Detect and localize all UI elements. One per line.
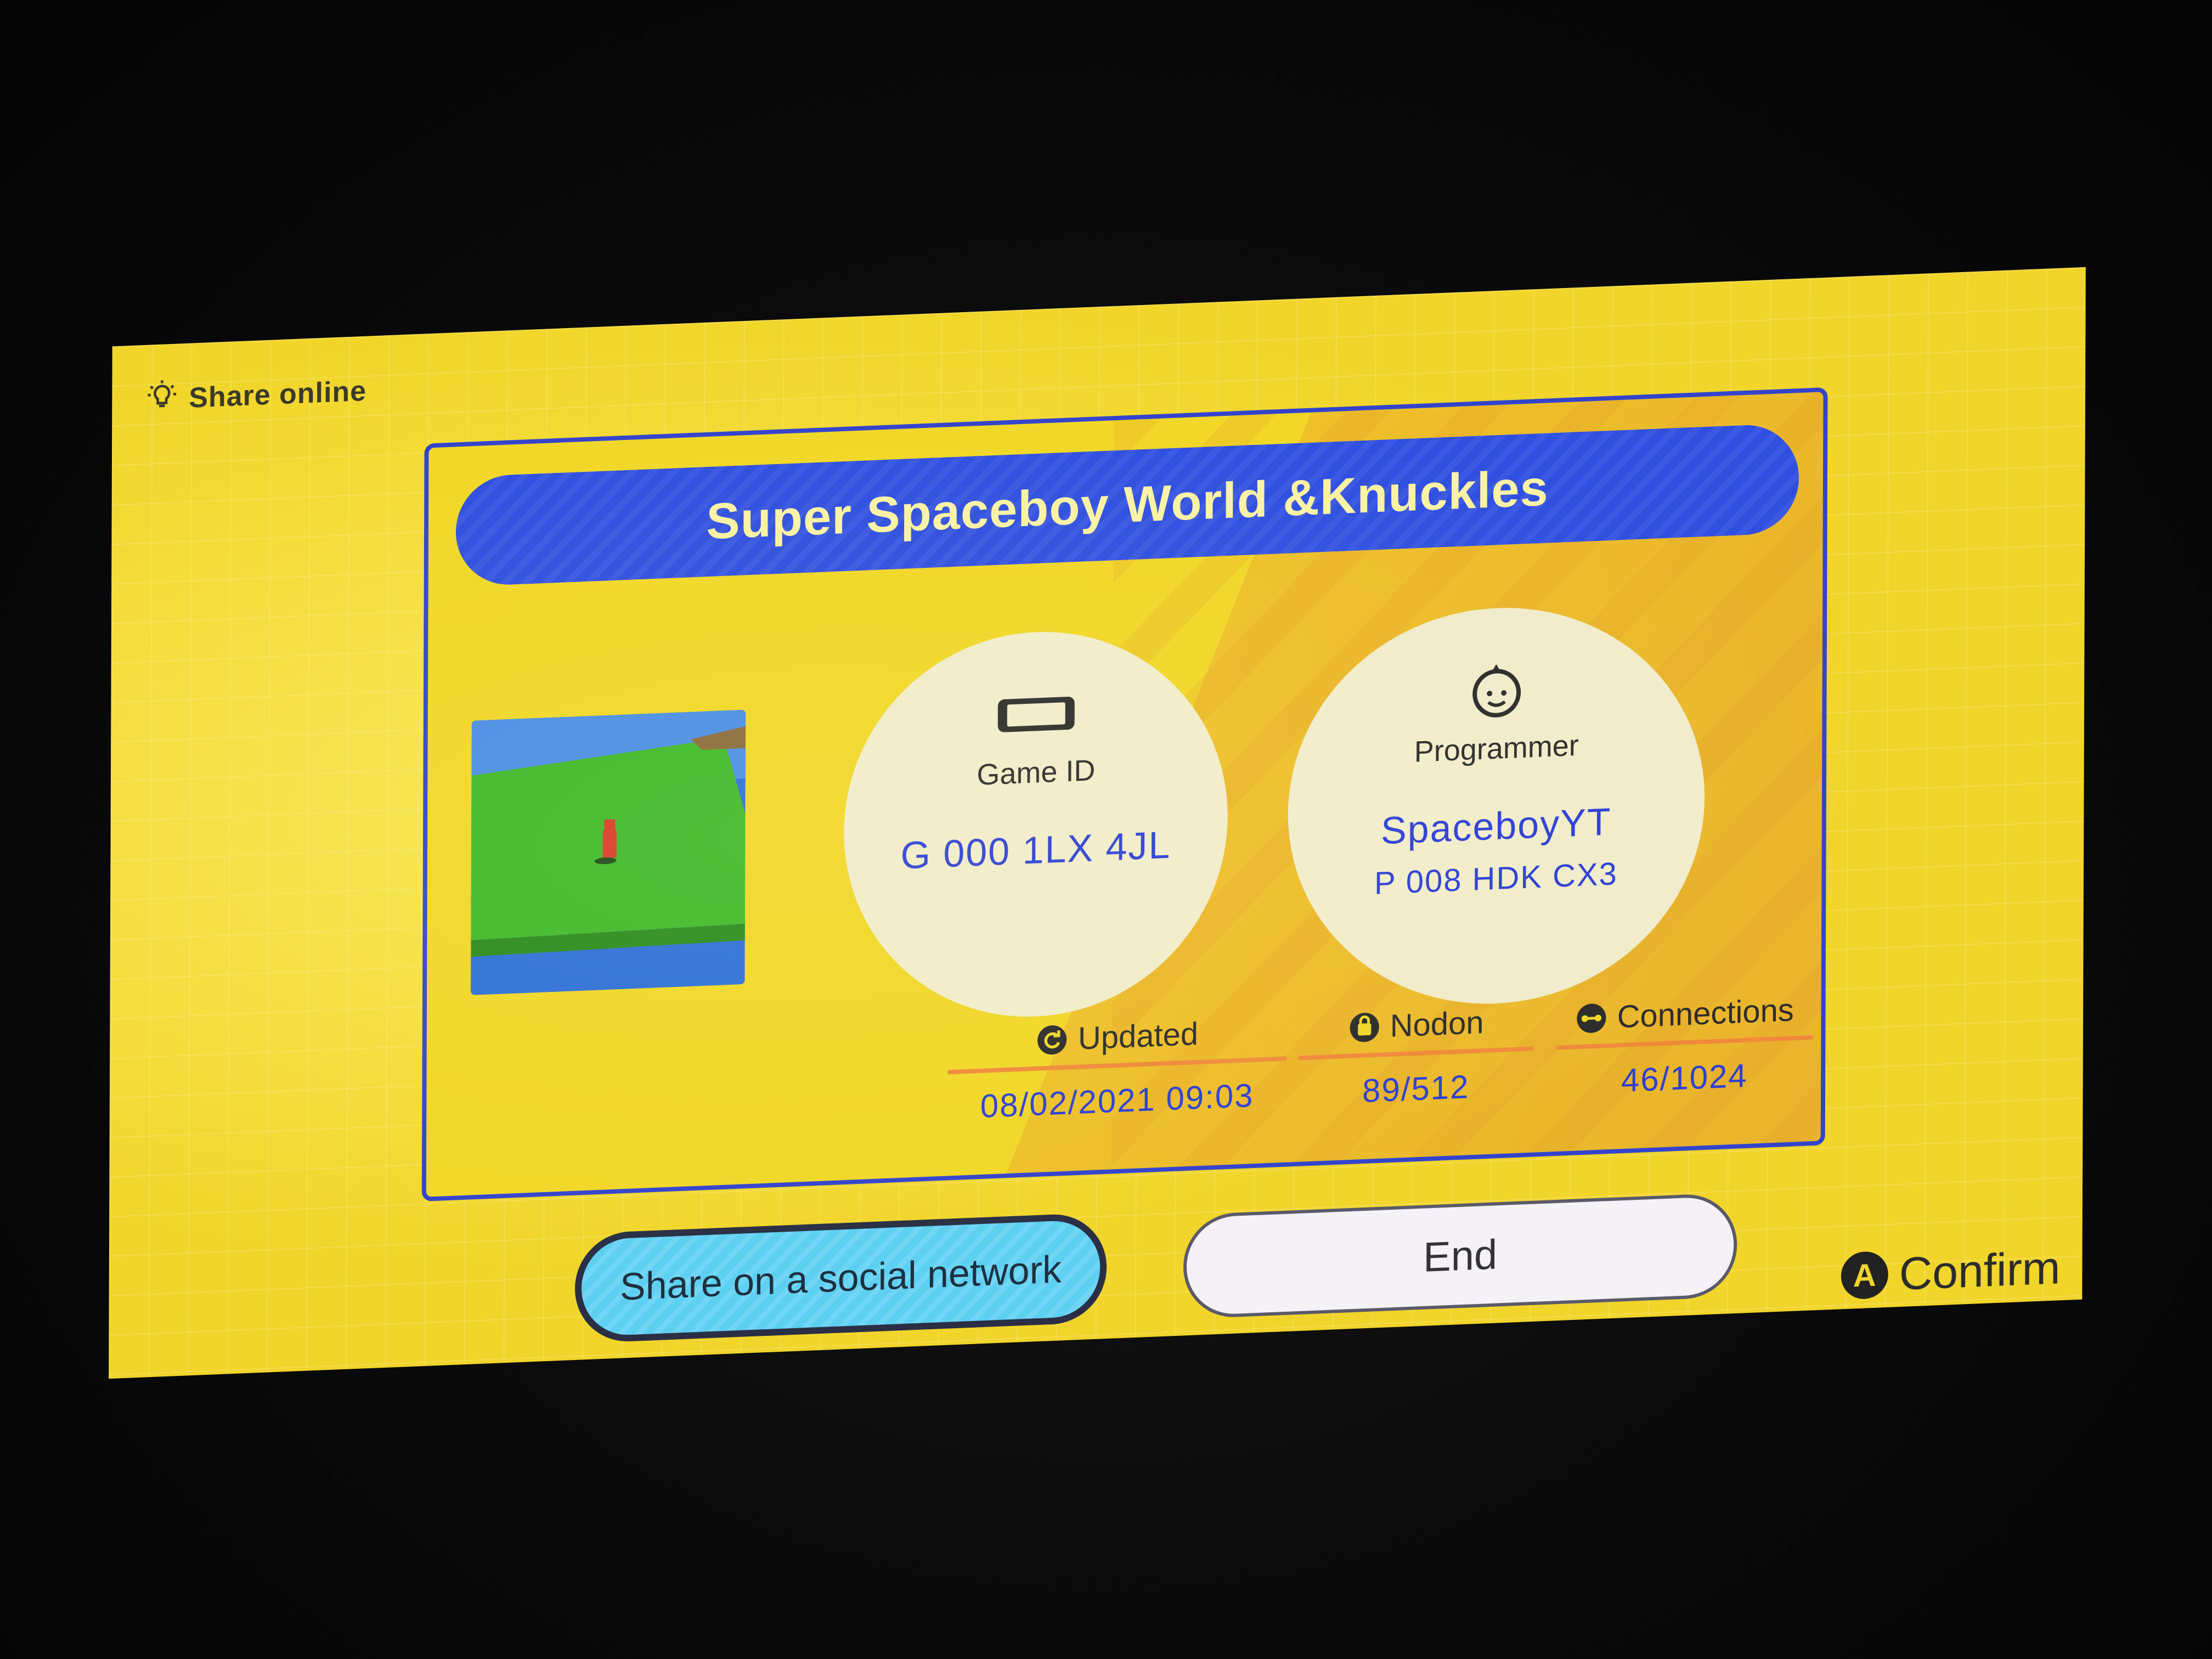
confirm-label: Confirm xyxy=(1899,1241,2061,1300)
nodon-label: Nodon xyxy=(1390,1004,1484,1044)
connections-stat: Connections 46/1024 xyxy=(1555,991,1814,1102)
switch-console-icon xyxy=(990,682,1083,747)
confirm-hint: A Confirm xyxy=(1841,1234,2061,1309)
connections-label: Connections xyxy=(1617,992,1794,1035)
screen-header: Share online xyxy=(145,369,366,422)
a-button-icon: A xyxy=(1841,1250,1888,1300)
game-screen: Share online Super Spaceboy World &Knuck… xyxy=(109,267,2086,1379)
share-social-button[interactable]: Share on a social network xyxy=(574,1212,1107,1344)
game-title: Super Spaceboy World &Knuckles xyxy=(706,459,1549,550)
programmer-id: P 008 HDK CX3 xyxy=(1374,855,1618,901)
programmer-name: SpaceboyYT xyxy=(1380,800,1612,853)
lightbulb-icon xyxy=(145,378,179,421)
game-info-panel: Super Spaceboy World &Knuckles Game ID G… xyxy=(421,387,1828,1201)
nodon-value: 89/512 xyxy=(1362,1068,1470,1110)
nodon-icon xyxy=(1348,1011,1380,1043)
game-id-label: Game ID xyxy=(977,754,1096,792)
updated-stat: Updated 08/02/2021 09:03 xyxy=(947,1012,1288,1126)
refresh-icon xyxy=(1036,1023,1068,1056)
connection-icon xyxy=(1576,1001,1607,1034)
nodon-stat: Nodon 89/512 xyxy=(1298,1002,1534,1112)
programmer-face-icon xyxy=(1450,658,1543,723)
game-thumbnail xyxy=(470,709,746,996)
end-button[interactable]: End xyxy=(1183,1192,1737,1319)
connections-value: 46/1024 xyxy=(1621,1057,1748,1099)
screen-title: Share online xyxy=(189,375,367,414)
updated-label: Updated xyxy=(1077,1015,1199,1057)
game-id-value: G 000 1LX 4JL xyxy=(900,823,1171,877)
programmer-label: Programmer xyxy=(1414,729,1579,769)
